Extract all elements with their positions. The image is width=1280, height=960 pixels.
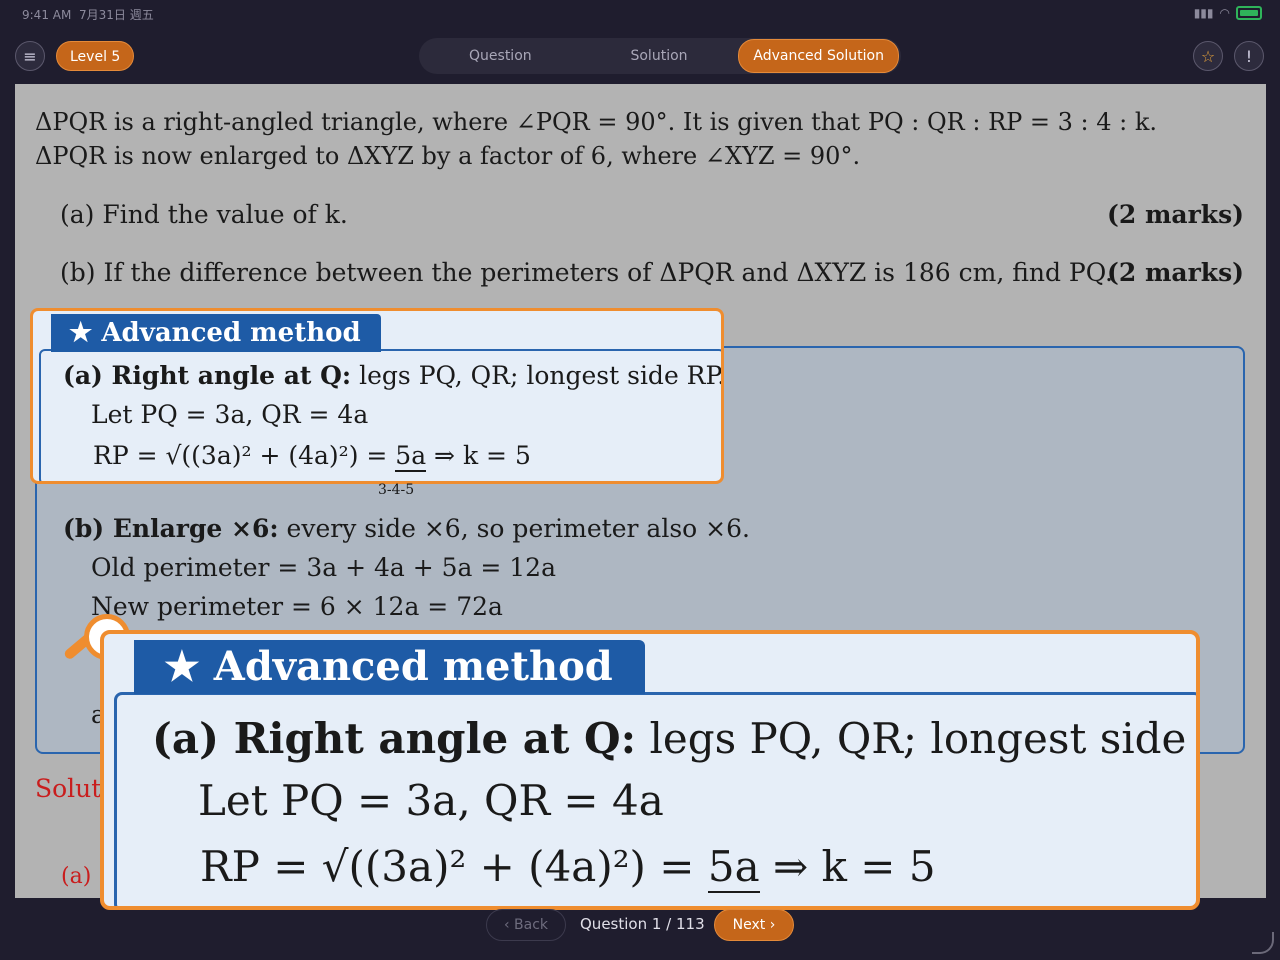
signal-icon: ▮▮▮ [1193, 6, 1214, 20]
zoom-let-statement: Let PQ = 3a, QR = 4a [198, 776, 664, 825]
new-perimeter: New perimeter = 6 × 12a = 72a [91, 592, 503, 621]
highlight-region: ★ Advanced method (a) Right angle at Q: … [30, 308, 724, 484]
chevron-right-icon: › [765, 917, 776, 933]
tab-bar: Question Solution Advanced Solution [419, 38, 901, 74]
question-part-b: (b) If the difference between the perime… [60, 258, 1113, 287]
level-badge[interactable]: Level 5 [56, 41, 135, 71]
part-b-heading: (b) Enlarge ×6: every side ×6, so perime… [63, 514, 750, 543]
menu-icon: ≡ [23, 46, 37, 66]
tab-advanced-solution[interactable]: Advanced Solution [738, 39, 900, 73]
back-button[interactable]: ‹ Back [486, 909, 566, 941]
let-statement: Let PQ = 3a, QR = 4a [91, 400, 369, 429]
wifi-icon: ◠ [1219, 6, 1230, 20]
question-counter: Question 1 / 113 [580, 915, 705, 933]
battery-icon [1236, 6, 1262, 20]
zoom-part-a-heading: (a) Right angle at Q: legs PQ, QR; longe… [152, 714, 1196, 763]
star-icon: ☆ [1200, 46, 1216, 66]
resize-handle[interactable] [1252, 932, 1274, 954]
zoom-panel: ★ Advanced method (a) Right angle at Q: … [100, 630, 1200, 910]
status-icons: ▮▮▮ ◠ [1194, 6, 1262, 20]
solution-label: Soluti [35, 774, 110, 803]
question-part-a: (a) Find the value of k. [60, 200, 348, 229]
rp-equation: RP = √((3a)² + (4a)²) = 5a ⇒ k = 5 [93, 441, 531, 472]
next-button[interactable]: Next › [714, 909, 794, 941]
favorite-button[interactable]: ☆ [1193, 41, 1223, 71]
question-line-2: ΔPQR is now enlarged to ΔXYZ by a factor… [35, 142, 861, 170]
zoom-rp-equation: RP = √((3a)² + (4a)²) = 5a ⇒ k = 5 [200, 842, 936, 893]
part-b-marks: (2 marks) [1107, 258, 1244, 287]
part-a-heading: (a) Right angle at Q: legs PQ, QR; longe… [63, 361, 724, 390]
status-time: 9:41 AM 7月31日 週五 [22, 8, 154, 22]
solution-part-a-cut: (a) [61, 864, 92, 889]
menu-button[interactable]: ≡ [15, 41, 45, 71]
tab-solution[interactable]: Solution [580, 40, 739, 72]
feedback-icon: ! [1245, 46, 1253, 66]
chevron-left-icon: ‹ [503, 917, 515, 933]
advanced-method-header: ★ Advanced method [51, 314, 381, 352]
old-perimeter: Old perimeter = 3a + 4a + 5a = 12a [91, 553, 556, 582]
part-a-marks: (2 marks) [1107, 200, 1244, 229]
triple-note: 3-4-5 [378, 482, 415, 498]
tab-question[interactable]: Question [421, 40, 580, 72]
question-line-1: ΔPQR is a right-angled triangle, where ∠… [35, 108, 1158, 136]
feedback-button[interactable]: ! [1234, 41, 1264, 71]
zoom-advanced-method-header: ★ Advanced method [134, 640, 645, 694]
